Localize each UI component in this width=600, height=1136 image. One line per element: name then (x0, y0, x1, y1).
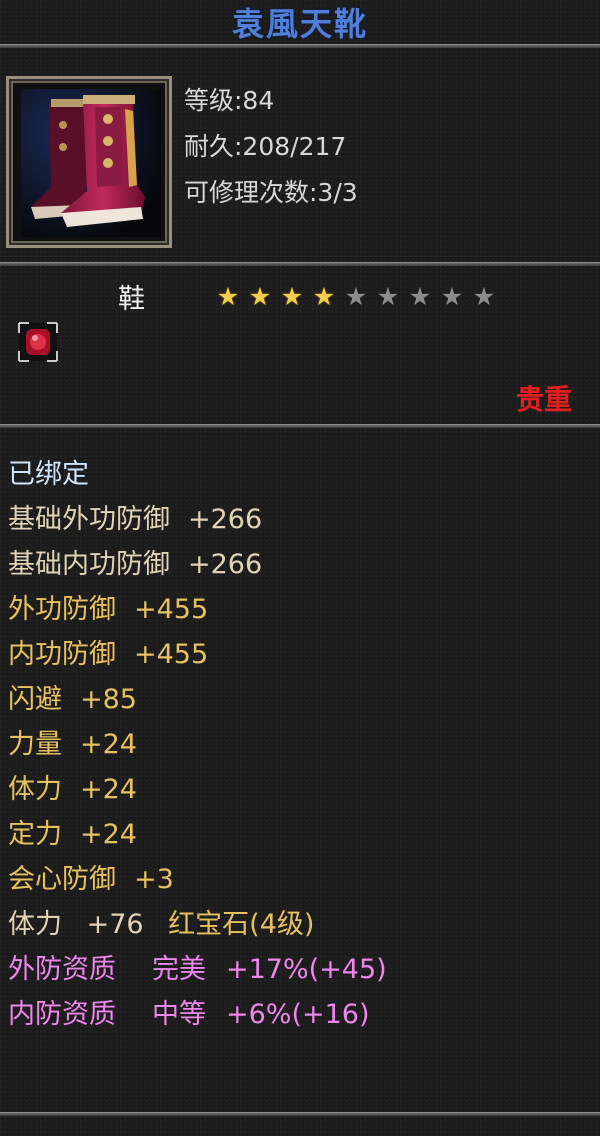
star-filled-icon: ★ (280, 282, 304, 311)
star-empty-icon: ★ (472, 282, 496, 311)
stat-label: 体力 (8, 774, 62, 805)
stat-label: 闪避 (8, 684, 62, 715)
gem-stat-value: +76 (86, 909, 144, 940)
stat-value: +266 (188, 504, 263, 535)
bound-status: 已绑定 (8, 459, 89, 490)
quality-label: 内防资质 (8, 999, 116, 1030)
star-empty-icon: ★ (440, 282, 464, 311)
item-icon-frame[interactable] (6, 76, 172, 248)
star-filled-icon: ★ (248, 282, 272, 311)
boots-icon (21, 89, 161, 237)
stat-row: 会心防御 +3 (8, 857, 387, 902)
item-info: 等级:84 耐久:208/217 可修理次数:3/3 (184, 78, 358, 216)
star-empty-icon: ★ (376, 282, 400, 311)
star-filled-icon: ★ (312, 282, 336, 311)
stat-label: 外功防御 (8, 594, 116, 625)
stat-value: +24 (80, 729, 137, 760)
divider (0, 262, 600, 266)
star-empty-icon: ★ (344, 282, 368, 311)
stat-row: 外功防御 +455 (8, 587, 387, 632)
gem-stat-label: 体力 (8, 909, 62, 940)
ruby-gem-icon[interactable] (18, 322, 58, 362)
quality-grade: 完美 (152, 954, 206, 985)
stat-label: 会心防御 (8, 864, 116, 895)
rarity-label: 贵重 (515, 383, 572, 416)
gem-name: 红宝石(4级) (168, 909, 315, 940)
stat-row: 体力 +24 (8, 767, 387, 812)
stat-row: 力量 +24 (8, 722, 387, 767)
divider (0, 424, 600, 428)
quality-row: 外防资质 完美 +17%(+45) (8, 947, 387, 992)
quality-label: 外防资质 (8, 954, 116, 985)
stat-row: 内功防御 +455 (8, 632, 387, 677)
stat-label: 力量 (8, 729, 62, 760)
star-empty-icon: ★ (408, 282, 432, 311)
stat-value: +455 (134, 594, 209, 625)
stat-value: +85 (80, 684, 137, 715)
quality-row: 内防资质 中等 +6%(+16) (8, 992, 387, 1037)
stat-value: +3 (134, 864, 174, 895)
quality-detail: +17%(+45) (226, 954, 387, 985)
quality-grade: 中等 (152, 999, 206, 1030)
star-filled-icon: ★ (216, 282, 240, 311)
stat-value: +266 (188, 549, 263, 580)
level-text: 等级:84 (184, 86, 275, 115)
stat-label: 定力 (8, 819, 62, 850)
item-name: 袁風天靴 (231, 5, 368, 43)
stat-label: 基础内功防御 (8, 549, 170, 580)
item-tooltip: 袁風天靴 等级:84 耐久:208/217 可修理次数:3/3 鞋 ★ ★ ★ … (0, 0, 600, 1136)
stat-value: +24 (80, 774, 137, 805)
durability-text: 耐久:208/217 (184, 132, 347, 161)
stat-value: +455 (134, 639, 209, 670)
gem-stat-row: 体力 +76 红宝石(4级) (8, 902, 387, 947)
divider (0, 44, 600, 48)
stat-row: 定力 +24 (8, 812, 387, 857)
stat-label: 内功防御 (8, 639, 116, 670)
stat-row: 基础内功防御 +266 (8, 542, 387, 587)
item-type: 鞋 (118, 284, 145, 315)
stat-value: +24 (80, 819, 137, 850)
repair-count-text: 可修理次数:3/3 (184, 178, 358, 207)
stat-row: 基础外功防御 +266 (8, 497, 387, 542)
stat-row: 闪避 +85 (8, 677, 387, 722)
quality-detail: +6%(+16) (226, 999, 370, 1030)
stats-list: 已绑定 基础外功防御 +266 基础内功防御 +266 外功防御 +455 内功防御 +455… (8, 452, 387, 1037)
stat-label: 基础外功防御 (8, 504, 170, 535)
divider (0, 1112, 600, 1116)
star-rating: ★ ★ ★ ★ ★ ★ ★ ★ ★ (214, 283, 498, 311)
